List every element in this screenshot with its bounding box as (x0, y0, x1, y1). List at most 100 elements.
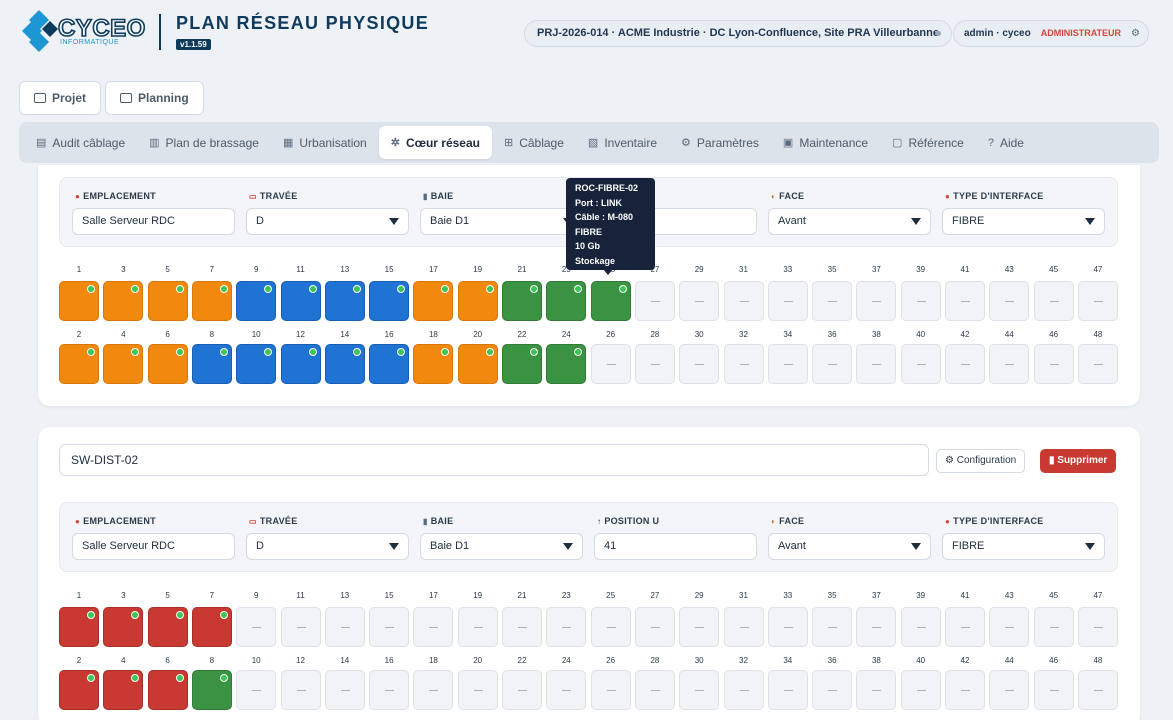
port-38[interactable] (856, 344, 897, 384)
port-4[interactable] (103, 344, 144, 384)
port-1[interactable] (59, 607, 99, 647)
port-6[interactable] (147, 670, 188, 710)
port-41[interactable] (945, 607, 985, 647)
port-22[interactable] (502, 344, 542, 384)
port-34[interactable] (767, 344, 808, 384)
port-1[interactable] (59, 281, 99, 321)
port-44[interactable] (989, 344, 1030, 384)
port-25[interactable] (590, 281, 631, 321)
port-25[interactable] (590, 607, 631, 647)
port-17[interactable] (413, 607, 454, 647)
port-11[interactable] (280, 607, 321, 647)
port-5[interactable] (147, 607, 188, 647)
tab-parametres[interactable]: ⚙ Paramètres (669, 126, 771, 159)
port-3[interactable] (103, 281, 144, 321)
port-35[interactable] (812, 281, 853, 321)
port-32[interactable] (723, 670, 764, 710)
port-7[interactable] (191, 281, 232, 321)
port-18[interactable] (413, 344, 454, 384)
port-44[interactable] (989, 670, 1030, 710)
port-6[interactable] (147, 344, 188, 384)
port-30[interactable] (679, 670, 720, 710)
port-28[interactable] (634, 344, 675, 384)
type-interface-select[interactable]: FIBRE (942, 533, 1105, 560)
port-19[interactable] (457, 607, 498, 647)
port-35[interactable] (812, 607, 853, 647)
port-21[interactable] (502, 281, 542, 321)
port-9[interactable] (236, 281, 277, 321)
port-22[interactable] (502, 670, 542, 710)
port-12[interactable] (280, 344, 321, 384)
travee-select[interactable]: D (246, 208, 409, 235)
tab-coeur-reseau[interactable]: ✲ Cœur réseau (378, 126, 492, 159)
port-16[interactable] (369, 344, 410, 384)
port-41[interactable] (945, 281, 985, 321)
tab-cablage[interactable]: ⊞ Câblage (492, 126, 576, 159)
tab-reference[interactable]: ▢ Référence (880, 126, 976, 159)
port-21[interactable] (502, 607, 542, 647)
port-33[interactable] (767, 281, 808, 321)
port-43[interactable] (989, 607, 1030, 647)
port-39[interactable] (900, 281, 941, 321)
cyceo-logo[interactable]: CYCEO INFORMATIQUE (22, 10, 146, 56)
port-28[interactable] (634, 670, 675, 710)
port-43[interactable] (989, 281, 1030, 321)
port-7[interactable] (191, 607, 232, 647)
port-48[interactable] (1077, 670, 1118, 710)
port-5[interactable] (147, 281, 188, 321)
switch-name-input[interactable]: SW-DIST-02 (59, 444, 929, 476)
face-select[interactable]: Avant (768, 208, 931, 235)
port-45[interactable] (1033, 281, 1074, 321)
port-24[interactable] (546, 344, 587, 384)
port-36[interactable] (812, 344, 853, 384)
port-23[interactable] (546, 281, 587, 321)
port-45[interactable] (1033, 607, 1074, 647)
port-15[interactable] (369, 281, 410, 321)
port-42[interactable] (945, 344, 985, 384)
configuration-button[interactable]: ⚙ Configuration (936, 449, 1026, 473)
port-14[interactable] (324, 670, 365, 710)
project-selector[interactable]: PRJ-2026-014 · ACME Industrie · DC Lyon-… (524, 20, 952, 47)
port-37[interactable] (856, 281, 897, 321)
port-37[interactable] (856, 607, 897, 647)
tab-urbanisation[interactable]: ▦ Urbanisation (271, 126, 379, 159)
travee-select[interactable]: D (246, 533, 409, 560)
port-11[interactable] (280, 281, 321, 321)
port-29[interactable] (679, 281, 720, 321)
port-15[interactable] (369, 607, 410, 647)
port-47[interactable] (1077, 281, 1118, 321)
port-31[interactable] (723, 607, 764, 647)
port-20[interactable] (457, 670, 498, 710)
projet-button[interactable]: Projet (19, 81, 102, 115)
tab-aide[interactable]: ? Aide (976, 126, 1036, 159)
port-26[interactable] (590, 670, 631, 710)
port-31[interactable] (723, 281, 764, 321)
port-47[interactable] (1077, 607, 1118, 647)
port-3[interactable] (103, 607, 144, 647)
tab-plan-de-brassage[interactable]: ▥ Plan de brassage (137, 126, 271, 159)
port-19[interactable] (457, 281, 498, 321)
port-2[interactable] (59, 344, 99, 384)
tab-audit-cablage[interactable]: ▤ Audit câblage (24, 126, 137, 159)
port-16[interactable] (369, 670, 410, 710)
port-4[interactable] (103, 670, 144, 710)
port-32[interactable] (723, 344, 764, 384)
port-13[interactable] (324, 281, 365, 321)
port-2[interactable] (59, 670, 99, 710)
baie-select[interactable]: Baie D1 (420, 533, 583, 560)
port-40[interactable] (900, 670, 941, 710)
port-33[interactable] (767, 607, 808, 647)
emplacement-input[interactable]: Salle Serveur RDC (72, 208, 235, 235)
emplacement-input[interactable]: Salle Serveur RDC (72, 533, 235, 560)
tab-maintenance[interactable]: ▣ Maintenance (771, 126, 880, 159)
port-12[interactable] (280, 670, 321, 710)
port-17[interactable] (413, 281, 454, 321)
port-42[interactable] (945, 670, 985, 710)
port-46[interactable] (1033, 344, 1074, 384)
baie-select[interactable]: Baie D1 (420, 208, 583, 235)
face-select[interactable]: Avant (768, 533, 931, 560)
port-24[interactable] (546, 670, 587, 710)
port-10[interactable] (236, 344, 277, 384)
user-menu[interactable]: admin · cyceo ADMINISTRATEUR ⚙ (953, 20, 1149, 47)
port-26[interactable] (590, 344, 631, 384)
